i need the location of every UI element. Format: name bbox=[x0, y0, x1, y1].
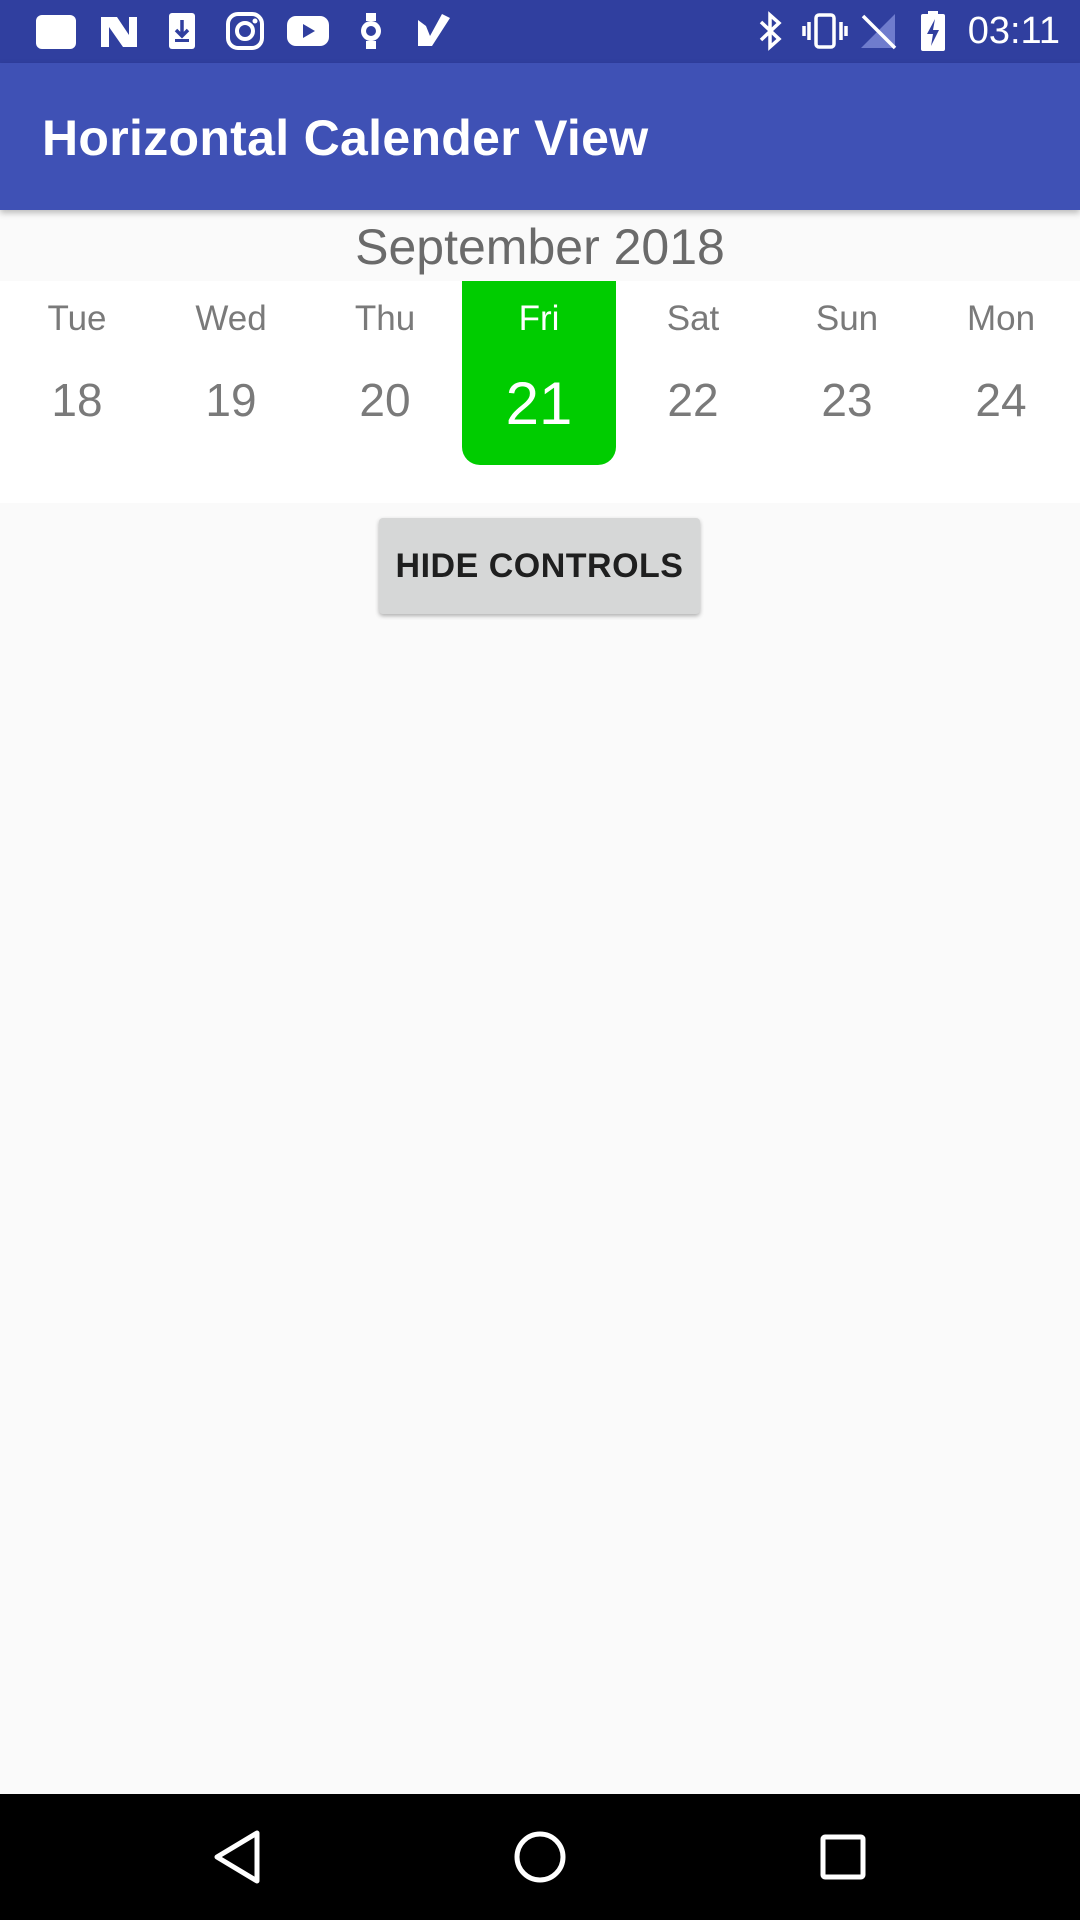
app-bar: Horizontal Calender View bbox=[0, 63, 1080, 210]
hide-controls-button[interactable]: HIDE CONTROLS bbox=[379, 518, 700, 614]
day-of-week-label: Tue bbox=[47, 299, 107, 338]
month-year-label: September 2018 bbox=[355, 219, 725, 275]
vibrate-icon bbox=[798, 8, 852, 54]
check-icon bbox=[402, 8, 465, 54]
day-cell[interactable]: Wed 19 bbox=[154, 281, 308, 465]
notification-icon bbox=[24, 8, 87, 54]
day-of-week-label: Sun bbox=[815, 299, 879, 338]
day-number-label: 20 bbox=[359, 374, 411, 426]
recents-icon[interactable] bbox=[808, 1822, 878, 1892]
watch-icon bbox=[339, 8, 402, 54]
status-right-icons: 03:11 bbox=[744, 8, 1060, 54]
day-number-label: 19 bbox=[205, 374, 257, 426]
day-number-label: 22 bbox=[667, 374, 719, 426]
day-number-label: 21 bbox=[505, 370, 573, 437]
day-cell[interactable]: Mon 24 bbox=[924, 281, 1078, 465]
status-clock: 03:11 bbox=[967, 10, 1060, 52]
status-left-icons bbox=[24, 8, 465, 54]
day-cell[interactable]: Tue 18 bbox=[0, 281, 154, 465]
day-cell[interactable]: Sun 23 bbox=[770, 281, 924, 465]
day-of-week-label: Wed bbox=[195, 299, 267, 338]
bluetooth-icon bbox=[744, 8, 798, 54]
calendar-strip[interactable]: Tue 18 Wed 19 Thu 20 Fri 21 Sat 22 Sun 2… bbox=[0, 281, 1080, 503]
day-number-label: 24 bbox=[975, 374, 1027, 426]
youtube-icon bbox=[276, 8, 339, 54]
app-title: Horizontal Calender View bbox=[42, 110, 649, 166]
n-icon bbox=[87, 8, 150, 54]
day-of-week-label: Mon bbox=[966, 299, 1036, 338]
day-cell[interactable]: Sat 22 bbox=[616, 281, 770, 465]
back-icon[interactable] bbox=[202, 1822, 272, 1892]
day-of-week-label: Fri bbox=[518, 299, 560, 338]
instagram-icon bbox=[213, 8, 276, 54]
status-bar: 03:11 bbox=[0, 0, 1080, 63]
day-number-label: 18 bbox=[51, 374, 103, 426]
battery-charging-icon bbox=[906, 8, 960, 54]
nav-bar bbox=[0, 1794, 1080, 1920]
day-number-label: 23 bbox=[821, 374, 873, 426]
day-cell-selected[interactable]: Fri 21 bbox=[462, 281, 616, 465]
home-icon[interactable] bbox=[505, 1822, 575, 1892]
no-signal-icon bbox=[852, 8, 906, 54]
day-cell[interactable]: Thu 20 bbox=[308, 281, 462, 465]
day-of-week-label: Sat bbox=[666, 299, 720, 338]
download-icon bbox=[150, 8, 213, 54]
day-of-week-label: Thu bbox=[354, 299, 416, 338]
